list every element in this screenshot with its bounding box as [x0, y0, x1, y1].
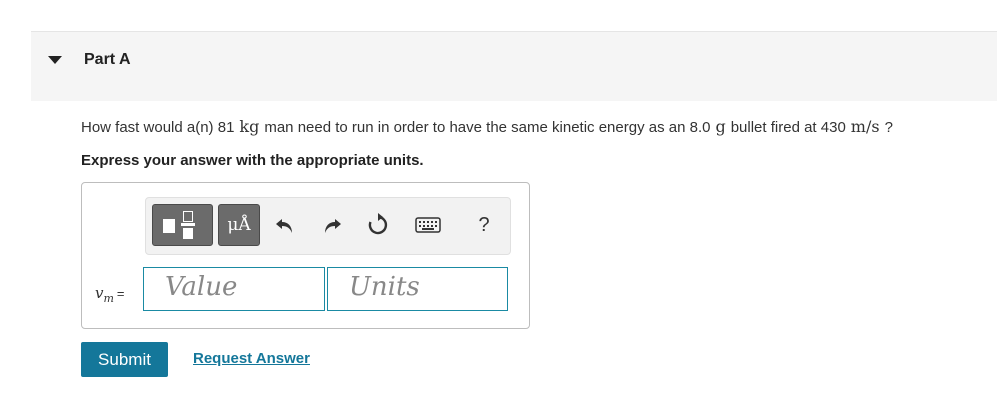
redo-icon[interactable] — [319, 212, 345, 238]
question-middle2: bullet fired at 430 — [730, 119, 846, 136]
value-placeholder: Value — [165, 272, 238, 302]
caret-down-icon[interactable] — [48, 56, 62, 64]
undo-icon[interactable] — [272, 212, 298, 238]
units-input[interactable]: Units — [327, 267, 508, 311]
part-header[interactable]: Part A — [31, 32, 997, 101]
part-title: Part A — [84, 51, 131, 68]
units-placeholder: Units — [349, 272, 420, 302]
question-middle: man need to run in order to have the sam… — [264, 119, 711, 136]
reset-icon[interactable] — [365, 212, 391, 238]
unit-g: g — [715, 117, 726, 136]
request-answer-link[interactable]: Request Answer — [193, 350, 310, 367]
unit-kg: kg — [239, 117, 260, 136]
equals-sign: = — [116, 286, 125, 301]
unit-ms: m/s — [850, 117, 880, 136]
answer-box: μÅ ? vm = Value Units — [81, 182, 530, 329]
instruction-text: Express your answer with the appropriate… — [81, 152, 424, 169]
question-text: How fast would a(n) 81 kg man need to run … — [81, 117, 893, 136]
answer-variable-label: vm = — [95, 284, 125, 305]
keyboard-icon[interactable] — [413, 212, 443, 238]
variable-subscript: m — [103, 292, 114, 305]
question-suffix: ? — [884, 119, 893, 136]
fraction-template-icon[interactable] — [152, 204, 213, 246]
units-icon[interactable]: μÅ — [218, 204, 260, 246]
value-input[interactable]: Value — [143, 267, 325, 311]
help-icon[interactable]: ? — [471, 212, 497, 238]
math-toolbar: μÅ ? — [145, 197, 511, 255]
question-prefix: How fast would a(n) 81 — [81, 119, 235, 136]
submit-button[interactable]: Submit — [81, 342, 168, 377]
